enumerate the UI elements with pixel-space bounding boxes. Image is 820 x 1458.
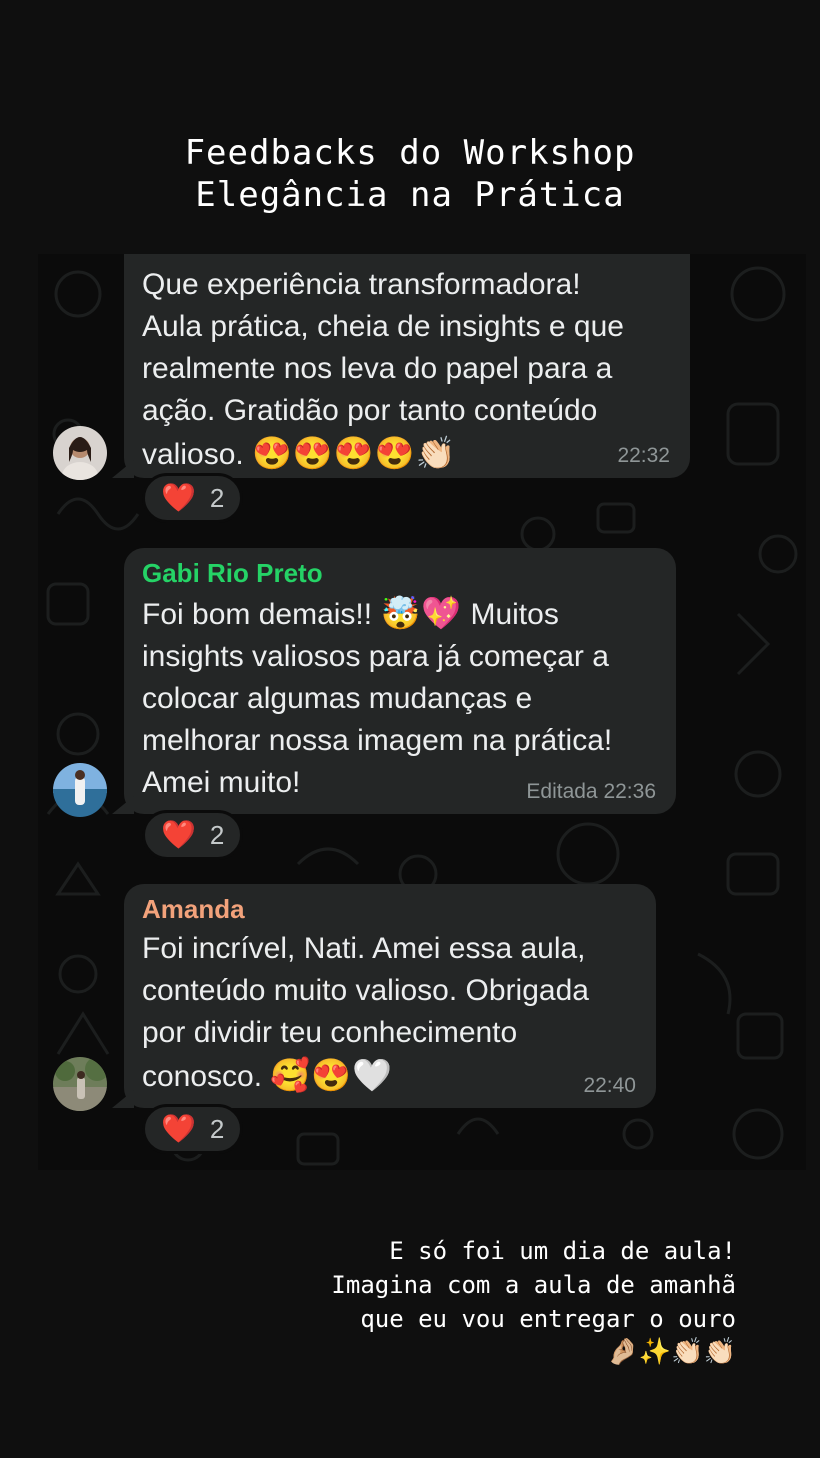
reaction-badge[interactable]: ❤️ 2: [142, 810, 244, 860]
message-bubble: Amanda Foi incrível, Nati. Amei essa aul…: [112, 884, 656, 1108]
story-caption: E só foi um dia de aula! Imagina com a a…: [331, 1237, 736, 1333]
message-emojis: 🥰😍🤍: [270, 1057, 393, 1093]
message-time: Editada 22:36: [526, 780, 656, 803]
message-emojis: 🤯💖: [380, 595, 463, 631]
reaction-count: 2: [209, 819, 225, 850]
avatar-woman-lake-icon: [53, 763, 107, 817]
whatsapp-chat-screenshot: Que experiência transformadora! Aula prá…: [38, 254, 806, 1170]
sender-avatar[interactable]: [53, 426, 107, 480]
message-text: Que experiência transformadora! Aula prá…: [142, 268, 624, 471]
message-bubble: Que experiência transformadora! Aula prá…: [112, 254, 690, 478]
reaction-count: 2: [209, 482, 225, 513]
message-emojis: 😍😍😍😍👏🏻: [252, 435, 457, 471]
reaction-badge[interactable]: ❤️ 2: [142, 1104, 244, 1154]
reaction-count: 2: [209, 1113, 225, 1144]
reaction-badge[interactable]: ❤️ 2: [142, 473, 244, 523]
instagram-story: Feedbacks do Workshop Elegância na Práti…: [0, 0, 820, 1458]
heart-icon: ❤️: [161, 482, 196, 513]
message-text: Foi bom demais!! 🤯💖 Muitos insights vali…: [142, 595, 613, 799]
bubble-tail: [112, 1090, 134, 1108]
sender-name[interactable]: Gabi Rio Preto: [142, 558, 656, 588]
avatar-woman-portrait-icon: [53, 426, 107, 480]
message-time: 22:32: [617, 444, 670, 467]
sender-avatar[interactable]: [53, 1057, 107, 1111]
sender-name[interactable]: Amanda: [142, 894, 636, 924]
bubble-tail: [112, 796, 134, 814]
avatar-woman-garden-icon: [53, 1057, 107, 1111]
caption-emojis: 🤌🏼✨👏🏻👏🏻: [606, 1336, 737, 1366]
message-text: Foi incrível, Nati. Amei essa aula, cont…: [142, 932, 589, 1093]
message-time: 22:40: [583, 1074, 636, 1097]
bubble-tail: [112, 460, 134, 478]
heart-icon: ❤️: [161, 819, 196, 850]
sender-avatar[interactable]: [53, 763, 107, 817]
heart-icon: ❤️: [161, 1113, 196, 1144]
message-bubble: Gabi Rio Preto Foi bom demais!! 🤯💖 Muito…: [112, 548, 676, 814]
story-title: Feedbacks do Workshop Elegância na Práti…: [184, 133, 636, 215]
